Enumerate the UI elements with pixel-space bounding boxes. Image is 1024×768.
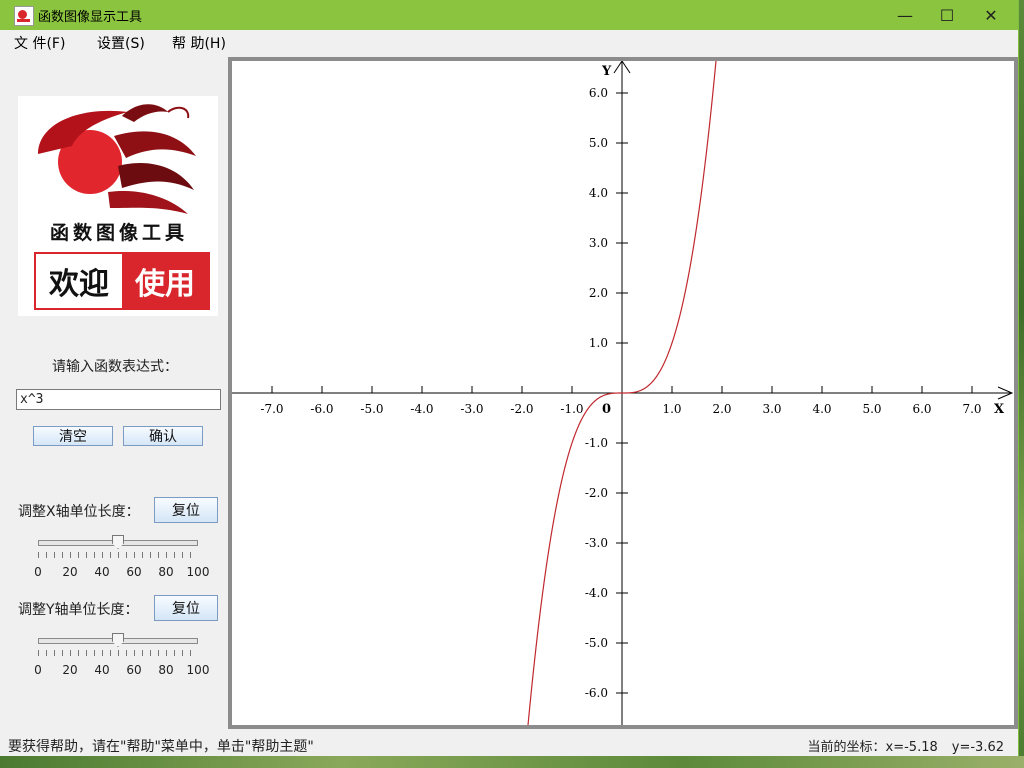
y-axis-label: Y — [601, 64, 612, 79]
x-tick-label: -4.0 — [410, 402, 433, 416]
slider-tick-label: 40 — [94, 663, 110, 677]
desktop-background — [0, 756, 1024, 768]
status-bar: 要获得帮助，请在"帮助"菜单中，单击"帮助主题" 当前的坐标：x=-5.18 y=… — [0, 732, 1018, 756]
x-tick-label: -7.0 — [260, 402, 283, 416]
x-tick-label: -6.0 — [310, 402, 333, 416]
dragon-emblem — [38, 104, 196, 214]
slider-tick-label: 80 — [158, 565, 174, 579]
close-button[interactable]: ✕ — [968, 0, 1014, 30]
x-tick-label: 4.0 — [812, 402, 831, 416]
reset-y-button[interactable]: 复位 — [154, 595, 218, 621]
function-graph[interactable]: X Y 0 -7.0 -6.0 -5.0 -4.0 -3.0 -2.0 -1.0 1.0 2.0 3.0… — [232, 61, 1014, 725]
welcome-left-text: 欢迎 — [36, 254, 122, 308]
logo-title: 函数图像工具 — [49, 222, 188, 244]
y-tick-label: -4.0 — [585, 586, 608, 600]
slider-tick-label: 60 — [126, 565, 142, 579]
window-title: 函数图像显示工具 — [38, 9, 143, 24]
x-tick-label: -1.0 — [560, 402, 583, 416]
coordinate-readout: 当前的坐标：x=-5.18 y=-3.62 — [808, 736, 1004, 755]
x-unit-label: 调整X轴单位长度： — [18, 504, 140, 520]
slider-tick-label: 0 — [34, 663, 42, 677]
slider-tick-label: 100 — [186, 565, 210, 579]
slider-ticks — [38, 650, 198, 656]
slider-thumb[interactable] — [112, 633, 124, 647]
y-tick-label: 5.0 — [589, 136, 608, 150]
slider-tick-label: 20 — [62, 663, 78, 677]
y-tick-label: 6.0 — [589, 86, 608, 100]
slider-tick-label: 80 — [158, 663, 174, 677]
maximize-button[interactable]: ☐ — [924, 0, 970, 30]
slider-tick-label: 60 — [126, 663, 142, 677]
x-tick-label: -3.0 — [460, 402, 483, 416]
y-tick-label: 3.0 — [589, 236, 608, 250]
slider-ticks — [38, 552, 198, 558]
x-tick-label: 6.0 — [912, 402, 931, 416]
y-tick-label: -3.0 — [585, 536, 608, 550]
expression-input[interactable] — [16, 389, 221, 410]
menu-bar: 文 件(F) 设置(S) 帮 助(H) — [0, 30, 1018, 54]
y-tick-label: -1.0 — [585, 436, 608, 450]
slider-tick-label: 40 — [94, 565, 110, 579]
coord-x: x=-5.18 — [885, 740, 938, 755]
origin-label: 0 — [602, 402, 611, 417]
confirm-button[interactable]: 确认 — [123, 426, 203, 446]
x-tick-label: -5.0 — [360, 402, 383, 416]
x-axis-label: X — [994, 402, 1005, 417]
x-tick-label: 1.0 — [662, 402, 681, 416]
app-logo: 函数图像工具 欢迎 使用 — [18, 96, 218, 316]
x-tick-label: 2.0 — [712, 402, 731, 416]
menu-file[interactable]: 文 件(F) — [14, 33, 65, 53]
clear-button[interactable]: 清空 — [33, 426, 113, 446]
slider-thumb[interactable] — [112, 535, 124, 549]
slider-tick-label: 20 — [62, 565, 78, 579]
app-icon — [14, 6, 34, 26]
welcome-right-text: 使用 — [122, 254, 208, 308]
expression-label: 请输入函数表达式： — [52, 359, 178, 375]
reset-x-button[interactable]: 复位 — [154, 497, 218, 523]
y-tick-label: -5.0 — [585, 636, 608, 650]
y-tick-label: 1.0 — [589, 336, 608, 350]
x-tick-label: 7.0 — [962, 402, 981, 416]
x-tick-label: 3.0 — [762, 402, 781, 416]
minimize-button[interactable]: — — [882, 0, 928, 30]
y-unit-label: 调整Y轴单位长度： — [18, 602, 139, 618]
y-tick-label: -6.0 — [585, 686, 608, 700]
app-window: 函数图像显示工具 — ☐ ✕ 文 件(F) 设置(S) 帮 助(H) 函数图像工… — [0, 0, 1019, 768]
x-tick-label: 5.0 — [862, 402, 881, 416]
menu-settings[interactable]: 设置(S) — [97, 33, 145, 53]
menu-help[interactable]: 帮 助(H) — [172, 33, 226, 53]
y-tick-label: 4.0 — [589, 186, 608, 200]
y-tick-label: 2.0 — [589, 286, 608, 300]
status-help-text: 要获得帮助，请在"帮助"菜单中，单击"帮助主题" — [8, 739, 314, 755]
coord-label: 当前的坐标： — [807, 740, 886, 755]
slider-tick-label: 0 — [34, 565, 42, 579]
title-bar: 函数图像显示工具 — ☐ ✕ — [0, 0, 1018, 30]
y-tick-label: -2.0 — [585, 486, 608, 500]
graph-frame: X Y 0 -7.0 -6.0 -5.0 -4.0 -3.0 -2.0 -1.0 1.0 2.0 3.0… — [228, 57, 1018, 729]
welcome-banner: 欢迎 使用 — [34, 252, 210, 310]
coord-y: y=-3.62 — [951, 740, 1004, 755]
x-tick-label: -2.0 — [510, 402, 533, 416]
slider-tick-label: 100 — [186, 663, 210, 677]
